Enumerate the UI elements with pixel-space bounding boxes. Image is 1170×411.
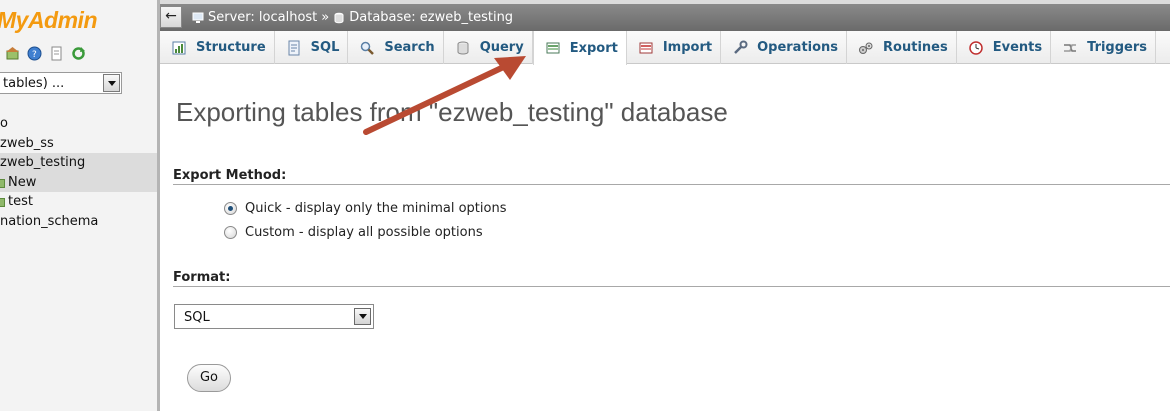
divider [173,184,1170,185]
format-select-value: SQL [184,310,210,325]
tab-label: SQL [310,40,340,55]
structure-icon [171,40,187,56]
tree-item-information-schema[interactable]: nation_schema [0,212,157,232]
phpmyadmin-logo[interactable]: MyAdmin [0,7,98,34]
tab-sql[interactable]: SQL [275,31,349,64]
tab-label: Operations [757,40,839,55]
breadcrumb: Server: localhost » Database: ezweb_test… [192,10,513,25]
search-icon [359,40,375,56]
left-arrow-icon: ← [165,8,177,24]
tab-import[interactable]: Import [627,31,722,64]
nav-icon-row: ? [5,46,86,61]
tab-label: Search [384,40,435,55]
go-button[interactable]: Go [187,364,231,392]
tab-label: Structure [196,40,266,55]
radio-label: Quick - display only the minimal options [245,201,507,216]
chevron-down-icon[interactable] [354,308,371,325]
tab-label: Events [992,40,1043,55]
reload-icon[interactable] [71,46,86,61]
collapse-panel-button[interactable]: ← [160,6,182,28]
import-icon [638,40,654,56]
tab-triggers[interactable]: Triggers [1051,31,1157,64]
export-method-heading: Export Method: [173,168,287,183]
tree-item-test[interactable]: test [0,192,157,212]
tree-item-ezweb-testing[interactable]: zweb_testing [0,153,157,173]
database-tree: o zweb_ss zweb_testing New test nation_s… [0,114,157,232]
radio-label: Custom - display all possible options [245,225,483,240]
chevron-down-icon[interactable] [103,74,120,92]
breadcrumb-database[interactable]: Database: ezweb_testing [349,10,513,25]
triggers-icon [1062,40,1078,56]
database-select[interactable]: tables) ... [0,72,122,94]
tab-search[interactable]: Search [348,31,444,64]
tab-label: Export [569,40,618,56]
tree-item-label: o [0,116,8,131]
radio-button-checked[interactable] [224,202,237,215]
tab-label: Triggers [1087,40,1148,55]
tree-item-label: nation_schema [0,213,99,229]
divider [173,286,1170,287]
tree-item-label: New [8,174,37,190]
database-select-value: tables) ... [3,76,65,91]
radio-quick[interactable]: Quick - display only the minimal options [224,201,507,216]
page-title: Exporting tables from "ezweb_testing" da… [176,97,728,127]
format-select[interactable]: SQL [174,304,374,329]
radio-button[interactable] [224,226,237,239]
svg-text:?: ? [32,50,37,60]
tree-item-ezweb-ss[interactable]: zweb_ss [0,134,157,154]
home-icon[interactable] [5,46,20,61]
tab-events[interactable]: Events [957,31,1052,64]
export-icon [545,40,561,56]
wrench-icon [732,40,748,56]
help-icon[interactable]: ? [27,46,42,61]
breadcrumb-bar: ← Server: localhost » Database: ezweb_te… [160,4,1170,31]
tree-item-new[interactable]: New [0,172,157,193]
sql-icon [286,40,302,56]
tree-item[interactable]: o [0,114,157,134]
tab-export[interactable]: Export [532,31,627,65]
tree-item-label: zweb_testing [0,155,86,171]
database-icon [333,12,345,24]
breadcrumb-separator: » [321,10,330,25]
tab-routines[interactable]: Routines [847,31,957,64]
format-heading: Format: [173,270,231,285]
clock-icon [968,40,984,56]
tab-label: Import [662,40,713,55]
tab-bar: Structure SQL Search Query Export Import… [160,31,1170,65]
server-icon [192,12,204,24]
tab-label: Query [479,40,524,55]
navigation-panel: MyAdmin ? tables) ... o zweb_ss zweb_tes… [0,0,157,411]
tab-query[interactable]: Query [444,31,533,64]
table-icon [0,198,5,208]
breadcrumb-server[interactable]: Server: localhost [208,10,317,25]
new-table-icon [0,178,5,188]
docs-icon[interactable] [49,46,64,61]
routines-icon [858,40,874,56]
tab-label: Routines [883,40,948,55]
tab-operations[interactable]: Operations [721,31,848,64]
tab-structure[interactable]: Structure [160,31,275,64]
radio-custom[interactable]: Custom - display all possible options [224,225,483,240]
query-icon [455,40,471,56]
tree-item-label: zweb_ss [0,135,54,151]
